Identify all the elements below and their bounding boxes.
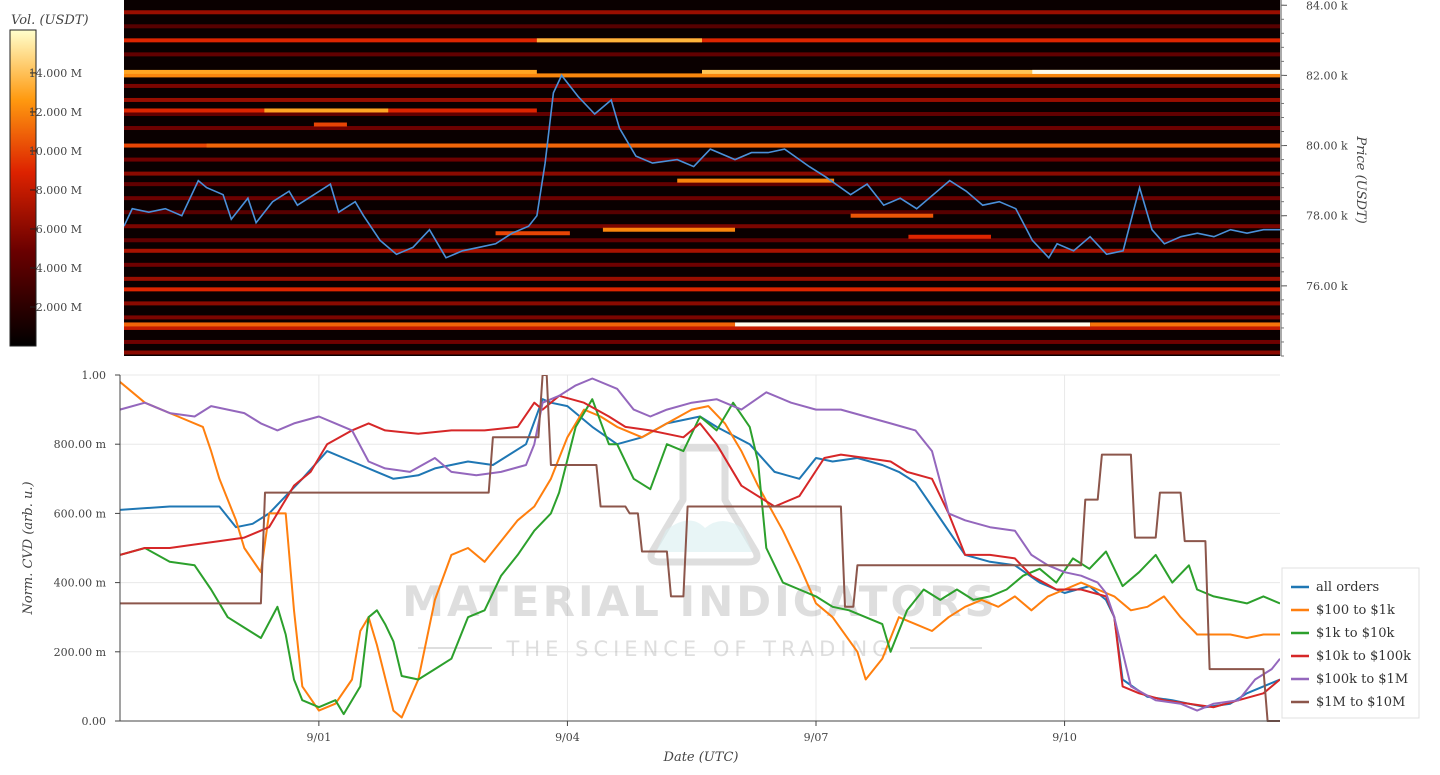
heatmap-band <box>735 322 1091 327</box>
heatmap-band <box>495 231 570 236</box>
legend-label: all orders <box>1316 580 1379 595</box>
watermark-subtitle: THE SCIENCE OF TRADING <box>506 637 894 661</box>
heatmap-band <box>124 52 1280 57</box>
colorbar-tick-label: 12.000 M <box>29 106 82 119</box>
heatmap-band <box>124 73 1280 78</box>
heatmap-band <box>124 339 1280 344</box>
heatmap-panel: 76.00 k 78.00 k 80.00 k 82.00 k 84.00 k Pric… <box>124 0 1368 357</box>
heatmap-band <box>124 182 1280 187</box>
heatmap-band <box>206 143 1280 148</box>
heatmap-y-ticks: 76.00 k 78.00 k 80.00 k 82.00 k 84.00 k <box>1281 0 1348 357</box>
legend: all orders $100 to $1k $1k to $10k $10k to … <box>1281 567 1420 719</box>
heatmap-band <box>124 315 1280 320</box>
legend-label: $1M to $10M <box>1316 695 1405 710</box>
heatmap-band <box>124 171 1280 176</box>
cvd-x-axis-label: Date (UTC) <box>663 750 739 765</box>
colorbar-tick-label: 2.000 M <box>36 301 82 314</box>
heatmap-band <box>124 287 1280 292</box>
cvd-x-tick-label: 9/04 <box>555 731 580 744</box>
legend-label: $1k to $10k <box>1316 626 1395 641</box>
watermark-title: MATERIAL INDICATORS <box>402 577 998 626</box>
heatmap-band <box>1032 69 1280 74</box>
colorbar-tick-label: 8.000 M <box>36 184 82 197</box>
heatmap-y-tick-label: 84.00 k <box>1306 0 1348 12</box>
colorbar: Vol. (USDT) 2.000 M 4.000 M 6.000 M 8.000 M… <box>9 13 89 347</box>
legend-label: $100 to $1k <box>1316 603 1395 618</box>
legend-label: $10k to $100k <box>1316 649 1411 664</box>
heatmap-y-tick-label: 80.00 k <box>1306 140 1348 153</box>
heatmap-band <box>677 178 835 183</box>
chart-svg: Vol. (USDT) 2.000 M 4.000 M 6.000 M 8.000 M… <box>9 0 1420 765</box>
colorbar-tick-label: 6.000 M <box>36 223 82 236</box>
cvd-y-tick-label: 0.00 <box>82 715 107 728</box>
cvd-y-tick-label: 400.00 m <box>54 577 107 590</box>
heatmap-band <box>124 224 1280 229</box>
heatmap-band <box>124 301 1280 306</box>
heatmap-band <box>124 24 1280 29</box>
heatmap-band <box>124 69 537 74</box>
chart-root: Vol. (USDT) 2.000 M 4.000 M 6.000 M 8.000 M… <box>0 0 1440 771</box>
heatmap-band <box>313 122 347 127</box>
heatmap-y-axis-label: Price (USDT) <box>1353 135 1368 223</box>
heatmap-band <box>124 97 1280 102</box>
cvd-y-axis-label: Norm. CVD (arb. u.) <box>21 481 36 615</box>
heatmap-band <box>124 262 1280 267</box>
legend-label: $100k to $1M <box>1316 672 1408 687</box>
cvd-y-tick-label: 1.00 <box>82 369 107 382</box>
colorbar-tick-label: 10.000 M <box>29 145 82 158</box>
heatmap-band <box>908 234 991 239</box>
heatmap-band <box>124 10 1280 15</box>
cvd-x-tick-label: 9/07 <box>804 731 829 744</box>
colorbar-title: Vol. (USDT) <box>11 13 89 28</box>
heatmap-band <box>124 238 1280 243</box>
heatmap-y-tick-label: 78.00 k <box>1306 210 1348 223</box>
heatmap-band <box>124 83 1280 88</box>
heatmap-band <box>124 276 1280 281</box>
heatmap-band <box>602 227 736 232</box>
cvd-x-tick-label: 9/01 <box>307 731 332 744</box>
heatmap-band <box>264 108 389 113</box>
heatmap-y-tick-label: 76.00 k <box>1306 280 1348 293</box>
heatmap-y-tick-label: 82.00 k <box>1306 69 1348 82</box>
cvd-y-tick-label: 600.00 m <box>54 507 107 520</box>
heatmap-band <box>124 111 1280 116</box>
heatmap-band <box>124 248 1280 253</box>
heatmap-band <box>124 322 736 327</box>
heatmap-band <box>1090 322 1280 327</box>
cvd-panel: MATERIAL INDICATORS THE SCIENCE OF TRADI… <box>21 369 1420 765</box>
colorbar-tick-label: 14.000 M <box>29 67 82 80</box>
heatmap-band <box>124 126 1280 131</box>
heatmap-band <box>850 213 934 218</box>
heatmap-band <box>124 325 1280 330</box>
heatmap-band <box>124 210 1280 215</box>
cvd-y-tick-label: 200.00 m <box>54 646 107 659</box>
cvd-y-tick-label: 800.00 m <box>54 438 107 451</box>
cvd-x-tick-label: 9/10 <box>1052 731 1077 744</box>
colorbar-ticks: 2.000 M 4.000 M 6.000 M 8.000 M 10.000 M 12.0… <box>29 67 82 314</box>
heatmap-band <box>124 196 1280 201</box>
colorbar-tick-label: 4.000 M <box>36 262 82 275</box>
heatmap-band <box>536 38 702 43</box>
heatmap-band <box>124 350 1280 355</box>
